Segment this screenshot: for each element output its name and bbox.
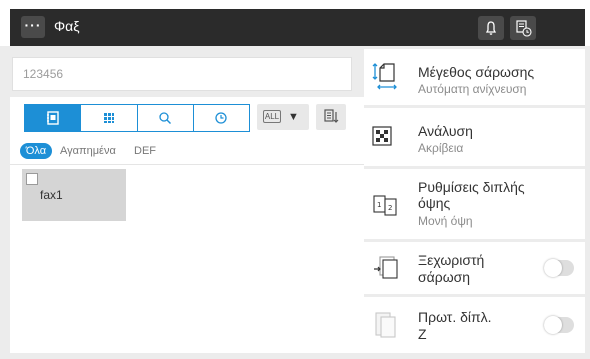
chip-def[interactable]: DEF (134, 145, 156, 157)
tab-search[interactable] (137, 105, 194, 131)
search-icon (159, 112, 172, 124)
separate-scan-icon (374, 256, 398, 279)
z-fold-label-line2: Z (418, 326, 427, 342)
fax-status-button[interactable] (510, 16, 536, 40)
notification-button[interactable] (478, 16, 504, 40)
z-fold-icon (375, 312, 396, 338)
entry-name: fax1 (40, 188, 63, 202)
page-title: Φαξ (54, 18, 80, 34)
separate-scan-toggle[interactable] (544, 259, 574, 277)
grid-icon (103, 113, 114, 123)
scan-size-icon (372, 63, 397, 90)
setting-separate-scan[interactable]: Ξεχωριστή σάρωση (364, 242, 585, 294)
separate-scan-label-line2: σάρωση (418, 269, 471, 285)
resolution-icon (372, 126, 392, 146)
chip-all[interactable]: Όλα (20, 143, 52, 159)
divider (10, 164, 364, 165)
duplex-label-line2: όψης (418, 195, 451, 211)
setting-z-fold[interactable]: Πρωτ. δίπλ. Z (364, 297, 585, 353)
toggle-knob (544, 259, 562, 277)
svg-text:2: 2 (388, 204, 392, 212)
resolution-label: Ανάλυση (418, 123, 473, 139)
scan-size-label: Μέγεθος σάρωσης (418, 64, 535, 80)
all-badge: ALL (263, 110, 281, 123)
duplex-value: Μονή όψη (418, 214, 473, 228)
z-fold-label-line1: Πρωτ. δίπλ. (418, 309, 492, 325)
resolution-value: Ακρίβεια (418, 141, 464, 155)
address-entry[interactable]: fax1 (22, 169, 126, 221)
address-book-icon (46, 111, 59, 125)
setting-duplex[interactable]: 1 2 Ρυθμίσεις διπλής όψης Μονή όψη (364, 169, 585, 239)
setting-resolution[interactable]: Ανάλυση Ακρίβεια (364, 108, 585, 166)
toggle-knob (544, 316, 562, 334)
fax-status-icon (516, 20, 532, 37)
tab-index[interactable] (81, 105, 138, 131)
svg-text:1: 1 (377, 201, 381, 209)
tab-address-book[interactable] (25, 105, 82, 131)
z-fold-toggle[interactable] (544, 316, 574, 334)
duplex-label-line1: Ρυθμίσεις διπλής (418, 179, 525, 195)
address-tabs (24, 104, 250, 132)
chip-favorites[interactable]: Αγαπημένα (60, 145, 116, 157)
entry-checkbox[interactable] (26, 173, 38, 185)
scan-size-value: Αυτόματη ανίχνευση (418, 82, 527, 96)
tab-history[interactable] (193, 105, 249, 131)
bell-icon (485, 21, 497, 35)
chevron-down-icon: ▼ (288, 111, 299, 123)
top-bar: ··· Φαξ (10, 9, 585, 46)
sort-button[interactable] (316, 104, 346, 130)
menu-button[interactable]: ··· (21, 16, 45, 38)
destination-input-value: 123456 (23, 67, 64, 81)
clock-icon (215, 112, 228, 124)
duplex-icon: 1 2 (373, 195, 397, 216)
filter-dropdown[interactable]: ALL ▼ (257, 104, 309, 130)
setting-scan-size[interactable]: Μέγεθος σάρωσης Αυτόματη ανίχνευση (364, 49, 585, 105)
sort-icon (324, 109, 339, 123)
separate-scan-label-line1: Ξεχωριστή (418, 252, 485, 268)
destination-input[interactable]: 123456 (12, 57, 352, 91)
address-book (10, 97, 364, 353)
